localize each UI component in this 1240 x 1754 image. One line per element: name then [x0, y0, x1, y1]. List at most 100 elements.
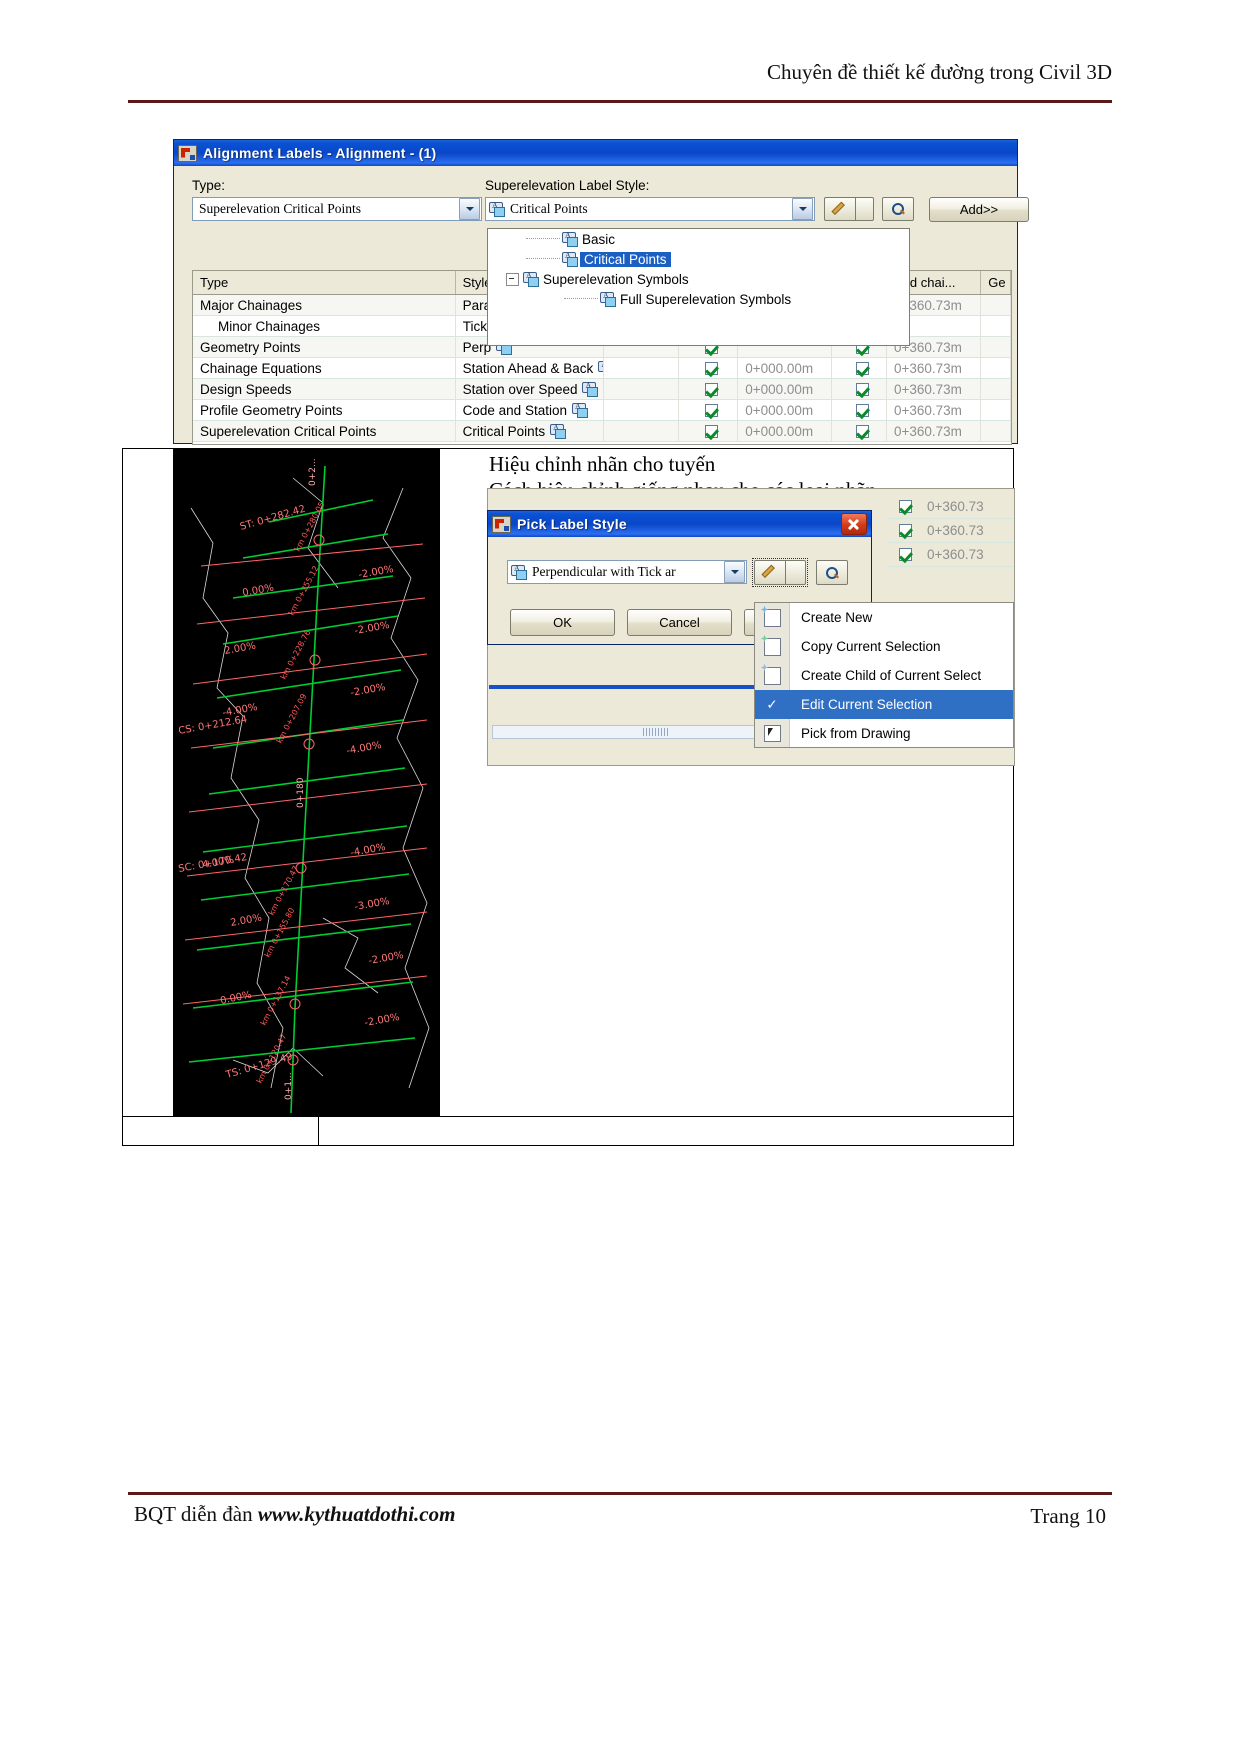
edit-style-split-button[interactable]: [752, 558, 808, 587]
lower-panel-chainage: 0+360.73: [927, 547, 984, 562]
label-style-icon: [523, 271, 539, 287]
cell-start-chainage: 0+000.00m: [738, 379, 833, 399]
superelevation-label-style-label: Superelevation Label Style:: [485, 178, 650, 193]
footer-site-link[interactable]: www.kythuatdothi.com: [258, 1502, 456, 1526]
checkbox-checked-icon[interactable]: [898, 524, 912, 537]
superelevation-combo-value: Critical Points: [510, 201, 588, 216]
context-menu-item[interactable]: ✓ Edit Current Selection: [755, 690, 1013, 719]
alignment-dialog-titlebar[interactable]: Alignment Labels - Alignment - (1): [174, 140, 1017, 166]
table-row[interactable]: Superelevation Critical Points Critical P…: [193, 421, 1011, 442]
cancel-button[interactable]: Cancel: [627, 609, 732, 636]
context-menu-item-label: Create New: [801, 610, 873, 625]
cell-checkbox-1[interactable]: [679, 421, 739, 441]
label-style-dropdown-list[interactable]: Basic Critical Points Superelevation Symbo…: [487, 228, 910, 346]
pick-dialog-titlebar[interactable]: Pick Label Style: [488, 511, 871, 537]
cell-blank: [604, 379, 679, 399]
footer-left: BQT diễn đàn www.kythuatdothi.com: [134, 1502, 455, 1527]
type-combo[interactable]: Superelevation Critical Points: [192, 197, 482, 221]
pick-from-drawing-button[interactable]: [816, 560, 848, 585]
pick-style-combo[interactable]: Perpendicular with Tick ar: [507, 560, 747, 584]
cell-checkbox-2[interactable]: [832, 358, 887, 378]
cell-checkbox-2[interactable]: [832, 379, 887, 399]
dropdown-item[interactable]: Full Superelevation Symbols: [488, 289, 909, 309]
cell-type: Minor Chainages: [193, 316, 456, 336]
context-menu-item-label: Pick from Drawing: [801, 726, 911, 741]
lower-panel-row[interactable]: 0+360.73: [888, 495, 1014, 519]
label-style-icon: [562, 231, 578, 247]
ok-button[interactable]: OK: [510, 609, 615, 636]
cell-start-chainage: 0+000.00m: [738, 358, 833, 378]
chevron-down-icon[interactable]: [855, 197, 874, 221]
cell-style[interactable]: Critical Points: [456, 421, 605, 441]
checkbox-checked-icon[interactable]: [704, 403, 718, 417]
cell-checkbox-2[interactable]: [832, 421, 887, 441]
collapse-icon[interactable]: [506, 272, 519, 286]
context-menu-item[interactable]: Create New: [755, 603, 1013, 632]
add-button[interactable]: Add>>: [929, 197, 1029, 222]
cell-checkbox-1[interactable]: [679, 379, 739, 399]
table-row[interactable]: Design SpeedsStation over Speed 0+000.00m…: [193, 379, 1011, 400]
cad-drawing-viewport[interactable]: ST: 0+282.42 0.00% -2.00% 2.00% -2.00% -…: [173, 448, 440, 1116]
edit-style-split-button[interactable]: [824, 197, 874, 221]
checkbox-checked-icon[interactable]: [898, 500, 912, 513]
scrollbar-grip[interactable]: [643, 728, 669, 736]
context-menu-item-label: Edit Current Selection: [801, 697, 933, 712]
type-combo-value: Superelevation Critical Points: [199, 201, 361, 216]
checkbox-checked-icon[interactable]: [704, 424, 718, 438]
cell-checkbox-1[interactable]: [679, 400, 739, 420]
context-menu-items: Create New Copy Current Selection Create C…: [755, 603, 1013, 748]
chevron-down-icon[interactable]: [724, 561, 745, 583]
context-menu-item[interactable]: Create Child of Current Select: [755, 661, 1013, 690]
lower-panel-row[interactable]: 0+360.73: [888, 519, 1014, 543]
chevron-down-icon[interactable]: [459, 198, 480, 220]
cell-ge: [981, 379, 1011, 399]
superelevation-label-style-combo[interactable]: Critical Points: [485, 197, 815, 221]
cell-checkbox-2[interactable]: [832, 400, 887, 420]
column-header-type[interactable]: Type: [193, 271, 456, 294]
chevron-down-icon[interactable]: [792, 198, 813, 220]
context-menu-item[interactable]: Pick from Drawing: [755, 719, 1013, 748]
checkbox-checked-icon[interactable]: [856, 382, 870, 396]
checkbox-checked-icon[interactable]: [898, 548, 912, 561]
civil3d-app-icon: [492, 515, 511, 533]
dropdown-item[interactable]: Basic: [488, 229, 909, 249]
table-row[interactable]: Chainage EquationsStation Ahead & Back 0+…: [193, 358, 1011, 379]
checkbox-checked-icon[interactable]: [704, 361, 718, 375]
pencil-icon[interactable]: [824, 197, 855, 221]
cell-style[interactable]: Station Ahead & Back: [456, 358, 605, 378]
cad-drawing-svg: ST: 0+282.42 0.00% -2.00% 2.00% -2.00% -…: [173, 448, 440, 1116]
close-icon[interactable]: [841, 513, 867, 535]
dropdown-item-label: Superelevation Symbols: [543, 271, 689, 287]
checkbox-checked-icon[interactable]: [856, 361, 870, 375]
cell-style[interactable]: Station over Speed: [456, 379, 605, 399]
style-context-menu[interactable]: Create New Copy Current Selection Create C…: [754, 602, 1014, 748]
pick-style-button[interactable]: [882, 197, 914, 221]
pick-drawing-icon: [755, 725, 789, 742]
label-style-icon: [550, 423, 567, 439]
column-header-ge[interactable]: Ge: [981, 271, 1011, 294]
chevron-down-icon[interactable]: [785, 560, 806, 585]
cell-type: Superelevation Critical Points: [193, 421, 456, 441]
checkbox-checked-icon[interactable]: [856, 403, 870, 417]
checkbox-checked-icon[interactable]: [856, 424, 870, 438]
lower-panel-row[interactable]: 0+360.73: [888, 543, 1014, 567]
checkbox-cell[interactable]: [888, 500, 922, 513]
cell-style[interactable]: Code and Station: [456, 400, 605, 420]
checkbox-cell[interactable]: [888, 548, 922, 561]
annotation-line-1: Hiệu chỉnh nhãn cho tuyến: [489, 452, 716, 476]
pencil-icon[interactable]: [754, 560, 785, 585]
cell-blank: [604, 400, 679, 420]
checkbox-cell[interactable]: [888, 524, 922, 537]
context-menu-item[interactable]: Copy Current Selection: [755, 632, 1013, 661]
figure-bottom-rule: [122, 1116, 1014, 1117]
cell-checkbox-1[interactable]: [679, 358, 739, 378]
label-style-icon: [571, 402, 588, 418]
lower-panel-chainage: 0+360.73: [927, 523, 984, 538]
dropdown-item[interactable]: Superelevation Symbols: [488, 269, 909, 289]
dropdown-item[interactable]: Critical Points: [488, 249, 909, 269]
checkbox-checked-icon[interactable]: [704, 382, 718, 396]
cell-ge: [981, 337, 1011, 357]
cell-type: Geometry Points: [193, 337, 456, 357]
cell-type: Profile Geometry Points: [193, 400, 456, 420]
table-row[interactable]: Profile Geometry PointsCode and Station 0…: [193, 400, 1011, 421]
